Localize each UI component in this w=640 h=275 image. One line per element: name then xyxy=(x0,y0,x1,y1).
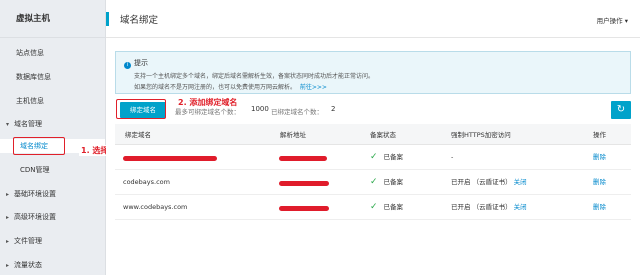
sidebar-item-label: 高级环境设置 xyxy=(14,213,56,221)
chevron-right-icon: ▸ xyxy=(6,262,10,269)
check-icon: ✓ xyxy=(370,202,378,212)
column-header-filing-status: 备案状态 xyxy=(370,131,396,139)
column-header-resolve-address: 解析地址 xyxy=(280,131,306,139)
sidebar-item-cdn[interactable]: CDN管理 xyxy=(0,163,105,177)
column-header-domain: 绑定域名 xyxy=(125,131,151,139)
sidebar-item-host-info[interactable]: 主机信息 xyxy=(0,94,105,108)
https-status: 已开启 （云盾证书） 关闭 xyxy=(451,203,527,211)
refresh-icon: ↻ xyxy=(616,104,626,115)
sidebar-group-file-management[interactable]: ▸ 文件管理 xyxy=(0,234,105,248)
https-close-link[interactable]: 关闭 xyxy=(514,178,527,186)
bound-label: 已绑定域名个数： xyxy=(271,108,323,116)
sidebar-title: 虚拟主机 xyxy=(0,0,105,38)
sidebar-item-label: 主机信息 xyxy=(16,97,44,105)
redacted-address xyxy=(279,206,329,211)
domain-name: www.codebays.com xyxy=(123,203,188,211)
filing-status: ✓ 已备案 xyxy=(370,152,404,162)
table-header: 绑定域名 解析地址 备案状态 强制HTTPS加密访问 操作 xyxy=(115,124,631,145)
chevron-right-icon: ▸ xyxy=(6,214,10,221)
redacted-domain xyxy=(123,156,217,161)
bound-value: 2 xyxy=(331,105,336,113)
sidebar-group-basic-env[interactable]: ▸ 基础环境设置 xyxy=(0,187,105,201)
table-row: www.codebays.com ✓ 已备案 已开启 （云盾证书） 关闭 删除 xyxy=(115,195,631,220)
column-header-https: 强制HTTPS加密访问 xyxy=(451,131,511,139)
sidebar-item-label: CDN管理 xyxy=(20,166,50,174)
info-icon: i xyxy=(124,62,131,69)
https-status: 已开启 （云盾证书） 关闭 xyxy=(451,178,527,186)
table-row: codebays.com ✓ 已备案 已开启 （云盾证书） 关闭 删除 xyxy=(115,170,631,195)
page-title: 域名绑定 xyxy=(120,15,159,26)
delete-button[interactable]: 删除 xyxy=(593,202,606,212)
filing-status: ✓ 已备案 xyxy=(370,177,404,187)
redacted-address xyxy=(279,181,329,186)
sidebar-item-label: 域名管理 xyxy=(14,120,42,128)
sidebar-item-database-info[interactable]: 数据库信息 xyxy=(0,70,105,84)
sidebar-item-label: 基础环境设置 xyxy=(14,190,56,198)
chevron-right-icon: ▸ xyxy=(6,191,10,198)
filing-status: ✓ 已备案 xyxy=(370,202,404,212)
main-panel: 域名绑定 用户操作 ▾ i 提示 支持一个主机绑定多个域名，绑定后域名需解析生效，… xyxy=(106,0,640,275)
limit-value: 1000 xyxy=(251,105,269,113)
refresh-button[interactable]: ↻ xyxy=(611,101,631,119)
sidebar-item-label: 流量状态 xyxy=(14,261,42,269)
domain-name: codebays.com xyxy=(123,178,170,186)
tip-link[interactable]: 前往>>> xyxy=(300,84,327,91)
tip-line-2: 如果您的域名不是万网注册的，也可以免费使用万网云解析。 前往>>> xyxy=(134,84,327,91)
sidebar-group-traffic-status[interactable]: ▸ 流量状态 xyxy=(0,258,105,272)
tip-panel: i 提示 支持一个主机绑定多个域名，绑定后域名需解析生效，备案状态同时成功后才能正… xyxy=(115,51,631,94)
delete-button[interactable]: 删除 xyxy=(593,152,606,162)
chevron-down-icon: ▾ xyxy=(6,121,10,128)
tip-title: i 提示 xyxy=(124,58,148,69)
sidebar-group-advanced-env[interactable]: ▸ 高级环境设置 xyxy=(0,210,105,224)
header-accent xyxy=(106,12,109,26)
https-status: - xyxy=(451,153,454,161)
sidebar-item-label: 文件管理 xyxy=(14,237,42,245)
annotation-step-2: 2. 添加绑定域名 xyxy=(176,97,240,108)
sidebar-group-domain-management[interactable]: ▾ 域名管理 xyxy=(0,117,105,131)
sidebar-item-label: 站点信息 xyxy=(16,49,44,57)
table-row: ✓ 已备案 - 删除 xyxy=(115,145,631,170)
https-close-link[interactable]: 关闭 xyxy=(514,203,527,211)
delete-button[interactable]: 删除 xyxy=(593,177,606,187)
redacted-address xyxy=(279,156,327,161)
sidebar-item-label: 数据库信息 xyxy=(16,73,51,81)
column-header-actions: 操作 xyxy=(593,131,606,139)
check-icon: ✓ xyxy=(370,177,378,187)
chevron-right-icon: ▸ xyxy=(6,238,10,245)
annotation-highlight-box-2 xyxy=(116,99,166,119)
check-icon: ✓ xyxy=(370,152,378,162)
page-header: 域名绑定 用户操作 ▾ xyxy=(106,0,640,38)
annotation-highlight-box xyxy=(13,137,65,155)
tip-line-1: 支持一个主机绑定多个域名，绑定后域名需解析生效，备案状态同时成功后才能正常访问。 xyxy=(134,73,375,80)
sidebar-item-site-info[interactable]: 站点信息 xyxy=(0,46,105,60)
user-actions-menu[interactable]: 用户操作 ▾ xyxy=(597,15,628,25)
